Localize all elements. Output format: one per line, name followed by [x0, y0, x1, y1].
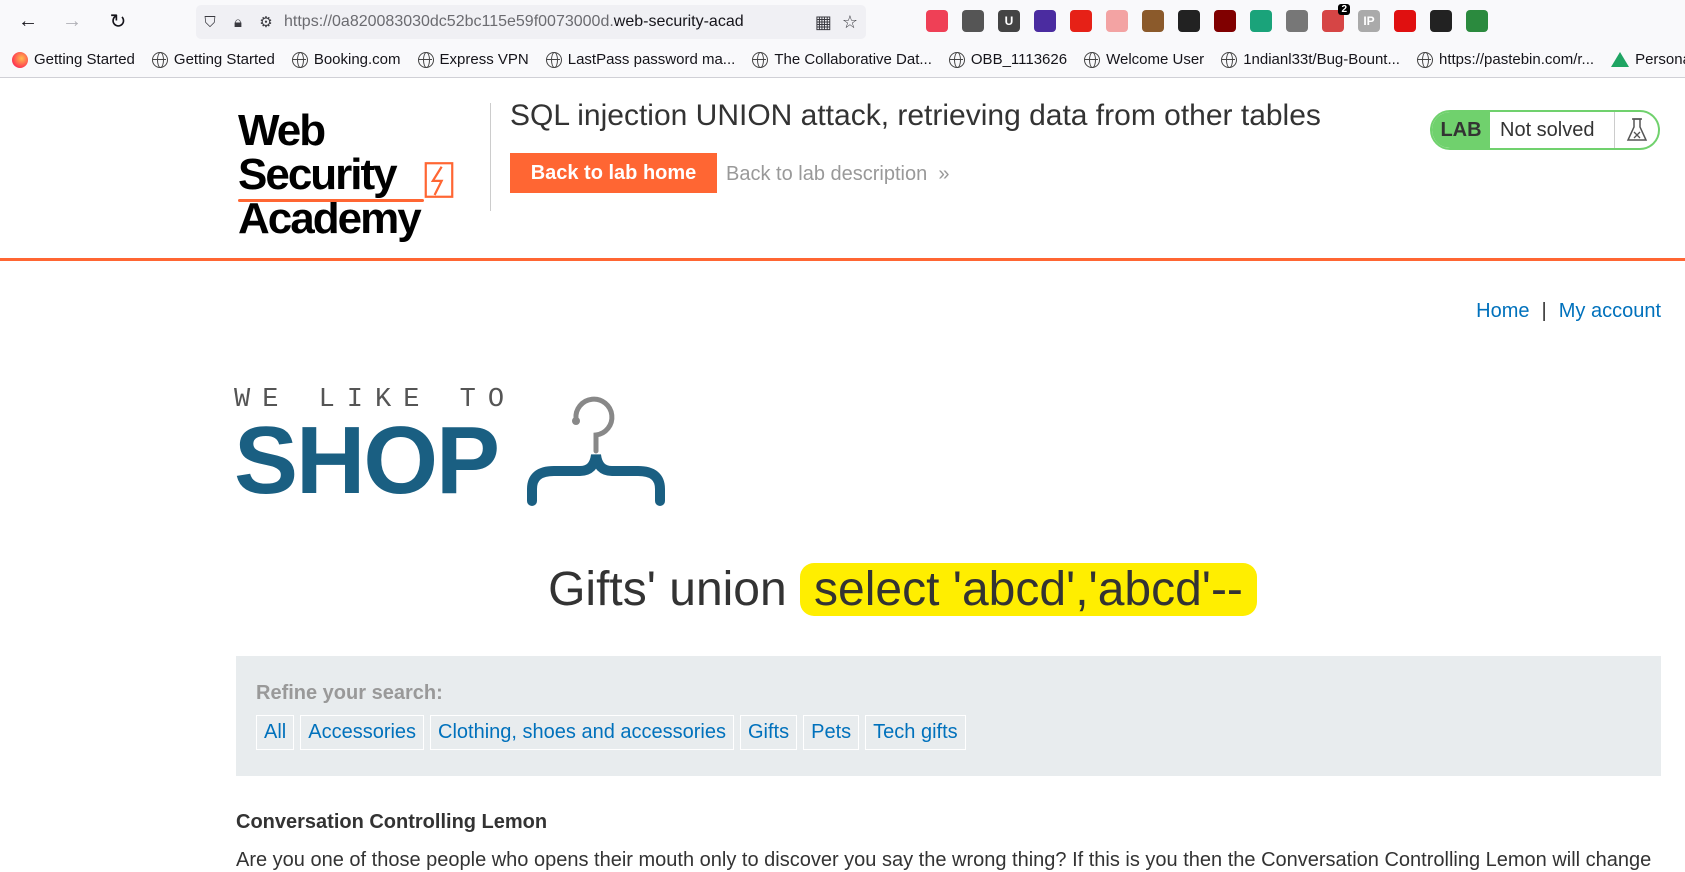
back-to-lab-description-link[interactable]: Back to lab description »: [726, 163, 949, 186]
bookmark-item[interactable]: Getting Started: [12, 51, 135, 68]
bookmark-label: OBB_1113626: [970, 51, 1068, 68]
filter-gifts[interactable]: Gifts: [740, 715, 798, 750]
reload-icon[interactable]: ↻: [100, 3, 136, 39]
lightning-bolt-icon: [424, 162, 454, 198]
bookmark-label: Express VPN: [439, 51, 529, 68]
extension-badge: 2: [1338, 4, 1350, 15]
globe-icon: [417, 51, 434, 68]
cookie-icon[interactable]: [1142, 10, 1164, 32]
globe-icon: [151, 51, 168, 68]
download-manager-icon[interactable]: [1466, 10, 1488, 32]
web-security-academy-logo[interactable]: Web Security Academy: [238, 109, 488, 241]
filter-clothing-shoes-and-accessories[interactable]: Clothing, shoes and accessories: [430, 715, 734, 750]
drive-icon: [1611, 52, 1630, 67]
bookmark-label: Booking.com: [313, 51, 401, 68]
hack-tools-icon[interactable]: 2: [1322, 4, 1350, 32]
lab-tag: LAB: [1432, 112, 1490, 148]
bookmark-label: The Collaborative Dat...: [774, 51, 932, 68]
bookmark-label: Getting Started: [34, 51, 135, 68]
url-bar[interactable]: ⛉ 🔒︎ ⚙ https://0a820083030dc52bc115e59f0…: [196, 5, 866, 39]
pink-circles-icon[interactable]: [1106, 10, 1128, 32]
bookmark-item[interactable]: LastPass password ma...: [545, 51, 736, 68]
lab-status-text: Not solved: [1500, 118, 1595, 141]
product-name: Conversation Controlling Lemon: [236, 811, 548, 833]
bookmark-label: LastPass password ma...: [567, 51, 736, 68]
stop-icon[interactable]: [1394, 10, 1416, 32]
bookmark-item[interactable]: Getting Started: [151, 51, 275, 68]
puzzle-icon[interactable]: [1286, 10, 1308, 32]
filter-label: Refine your search:: [256, 682, 443, 704]
ip-icon[interactable]: IP: [1358, 10, 1380, 32]
nav-separator: |: [1541, 300, 1547, 322]
lab-title: SQL injection UNION attack, retrieving d…: [510, 99, 1321, 132]
bookmark-item[interactable]: Persona: [1611, 51, 1685, 68]
filter-panel: Refine your search: All Accessories Clothi…: [236, 656, 1661, 776]
extensions-toolbar: U 2 IP: [926, 4, 1488, 38]
lab-status-badge: LAB Not solved: [1430, 110, 1660, 150]
back-arrow-icon[interactable]: ←: [10, 3, 46, 39]
filter-list: All Accessories Clothing, shoes and access…: [256, 715, 1641, 750]
ublock-origin-u-icon[interactable]: U: [998, 10, 1020, 32]
bookmark-label: https://pastebin.com/r...: [1438, 51, 1595, 68]
double-chevron-right-icon: »: [932, 163, 950, 185]
bookmark-item[interactable]: Express VPN: [417, 51, 529, 68]
filter-all[interactable]: All: [256, 715, 295, 750]
lock-icon[interactable]: 🔒︎: [224, 14, 252, 31]
download-icon[interactable]: [962, 10, 984, 32]
globe-icon: [948, 51, 965, 68]
permissions-icon[interactable]: ⚙: [252, 13, 280, 31]
globe-icon: [291, 51, 308, 68]
account-nav: Home | My account: [1476, 300, 1661, 323]
injected-payload-highlight: select 'abcd','abcd'--: [800, 563, 1257, 616]
bookmark-label: Getting Started: [173, 51, 275, 68]
home-link[interactable]: Home: [1476, 300, 1529, 323]
lab-header: Web Security Academy SQL injection UNION…: [0, 79, 1685, 261]
flask-icon: [1614, 112, 1658, 148]
bookmark-item[interactable]: Welcome User: [1084, 51, 1204, 68]
clothes-hanger-icon: [527, 396, 665, 506]
tracking-shield-icon[interactable]: ⛉: [196, 14, 224, 31]
back-to-lab-home-button[interactable]: Back to lab home: [510, 153, 717, 193]
pocket-icon[interactable]: [926, 10, 948, 32]
globe-icon: [545, 51, 562, 68]
purple-diamond-icon[interactable]: [1034, 10, 1056, 32]
bookmark-label: Welcome User: [1106, 51, 1205, 68]
spy-icon[interactable]: [1178, 10, 1200, 32]
qr-code-icon[interactable]: ▦: [815, 12, 832, 33]
filter-tech-gifts[interactable]: Tech gifts: [865, 715, 966, 750]
product-description: Are you one of those people who opens th…: [236, 849, 1652, 871]
bookmark-label: Persona: [1635, 51, 1685, 68]
red-play-icon[interactable]: [1070, 10, 1092, 32]
browser-toolbar: ← → ↻ ⛉ 🔒︎ ⚙ https://0a820083030dc52bc11…: [0, 0, 1685, 42]
url-text[interactable]: https://0a820083030dc52bc115e59f0073000d…: [284, 13, 794, 31]
bookmark-label: 1ndianl33t/Bug-Bount...: [1243, 51, 1400, 68]
ublock-shield-icon[interactable]: [1214, 10, 1236, 32]
grid-plus-icon[interactable]: [1430, 10, 1452, 32]
filter-accessories[interactable]: Accessories: [300, 715, 425, 750]
forward-arrow-icon[interactable]: →: [54, 3, 90, 39]
globe-icon: [1416, 51, 1433, 68]
globe-icon: [752, 51, 769, 68]
bookmark-item[interactable]: The Collaborative Dat...: [752, 51, 932, 68]
green-mail-icon[interactable]: [1250, 10, 1272, 32]
my-account-link[interactable]: My account: [1559, 300, 1661, 323]
globe-icon: [1221, 51, 1238, 68]
globe-icon: [1084, 51, 1101, 68]
bookmark-item[interactable]: Booking.com: [291, 51, 401, 68]
firefox-icon: [12, 51, 28, 68]
category-heading: Gifts' union select 'abcd','abcd'--: [0, 562, 1685, 617]
bookmarks-bar: Getting Started Getting Started Booking.co…: [0, 42, 1685, 78]
bookmark-item[interactable]: 1ndianl33t/Bug-Bount...: [1221, 51, 1400, 68]
bookmark-item[interactable]: OBB_1113626: [948, 51, 1068, 68]
shop-logo: WE LIKE TO SHOP: [234, 385, 694, 515]
bookmark-star-icon[interactable]: ☆: [842, 12, 858, 33]
filter-pets[interactable]: Pets: [803, 715, 860, 750]
bookmark-item[interactable]: https://pastebin.com/r...: [1416, 51, 1595, 68]
